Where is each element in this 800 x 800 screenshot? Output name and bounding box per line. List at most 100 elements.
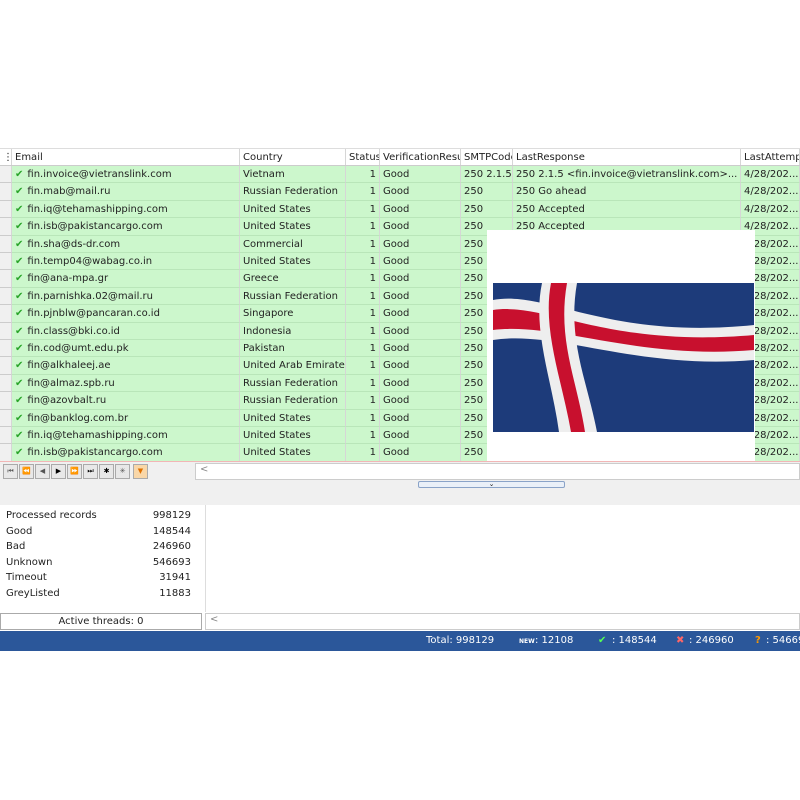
table-row[interactable]: ✔ fin.iq@tehamashipping.com United States 1… — [0, 200, 800, 219]
cell-email: ✔ fin.invoice@vietranslink.com — [12, 166, 240, 184]
new-icon: NEW — [519, 638, 535, 645]
check-icon: ✔ — [15, 290, 24, 302]
stat-label: GreyListed — [6, 587, 60, 599]
stat-value: 31941 — [159, 572, 191, 583]
stat-label: Timeout — [6, 572, 47, 583]
check-icon: ✔ — [15, 238, 24, 250]
row-indicator[interactable] — [0, 287, 12, 306]
cell-status: 1 — [346, 322, 380, 340]
row-indicator[interactable] — [0, 166, 12, 184]
status-good: : 148544 — [612, 635, 657, 646]
cell-email: ✔ fin.class@bki.co.id — [12, 322, 240, 340]
cell-verification: Good — [380, 357, 461, 375]
col-verification[interactable]: VerificationResult — [380, 149, 461, 165]
row-indicator[interactable] — [0, 305, 12, 323]
cell-email: ✔ fin.isb@pakistancargo.com — [12, 218, 240, 236]
check-icon: ✔ — [15, 203, 24, 215]
col-email[interactable]: Email — [12, 149, 240, 165]
cell-verification: Good — [380, 166, 461, 184]
stat-row: Good 148544 — [0, 524, 202, 540]
row-indicator[interactable] — [0, 357, 12, 375]
next-page-icon[interactable]: ⏩ — [67, 464, 82, 479]
cell-verification: Good — [380, 392, 461, 410]
cell-status: 1 — [346, 166, 380, 184]
active-threads: Active threads: 0 — [0, 613, 202, 630]
table-row[interactable]: ✔ fin.invoice@vietranslink.com Vietnam 1 Goo… — [0, 166, 800, 184]
splitter[interactable]: ⌄ — [0, 481, 800, 505]
question-icon: ? — [755, 635, 761, 646]
cell-email: ✔ fin@azovbalt.ru — [12, 392, 240, 410]
cell-verification: Good — [380, 444, 461, 462]
cell-status: 1 — [346, 409, 380, 427]
status-bad: : 246960 — [689, 635, 734, 646]
col-lastattempt[interactable]: LastAttempt — [741, 149, 800, 165]
check-icon: ✔ — [15, 169, 24, 180]
refresh-alt-icon[interactable]: ✳ — [115, 464, 130, 479]
check-icon: ✔ — [15, 360, 24, 372]
column-chooser-icon[interactable]: ⋮ — [0, 149, 12, 165]
cell-verification: Good — [380, 340, 461, 358]
grid-hscrollbar[interactable]: < — [195, 463, 800, 480]
log-hscrollbar[interactable]: < — [205, 613, 800, 630]
row-indicator[interactable] — [0, 253, 12, 271]
col-status[interactable]: Status — [346, 149, 380, 165]
check-icon: ✔ — [15, 256, 24, 267]
cell-lastresponse: 250 Go ahead — [513, 183, 741, 201]
col-lastresponse[interactable]: LastResponse — [513, 149, 741, 165]
cross-icon: ✖ — [676, 635, 685, 646]
check-icon: ✔ — [15, 273, 24, 285]
cell-email: ✔ fin.iq@tehamashipping.com — [12, 200, 240, 219]
cell-verification: Good — [380, 235, 461, 253]
row-indicator[interactable] — [0, 218, 12, 236]
table-row[interactable]: ✔ fin.mab@mail.ru Russian Federation 1 Good 2… — [0, 183, 800, 201]
last-icon[interactable]: ⏭ — [83, 464, 98, 479]
status-total: Total: 998129 — [426, 635, 495, 646]
cell-email: ✔ fin.iq@tehamashipping.com — [12, 427, 240, 445]
log-panel — [205, 505, 800, 612]
first-icon[interactable]: ⏮ — [3, 464, 18, 479]
filter-icon[interactable]: ▼ — [133, 464, 148, 479]
row-indicator[interactable] — [0, 444, 12, 462]
cell-verification: Good — [380, 183, 461, 201]
check-icon: ✔ — [15, 308, 24, 320]
splitter-grip-icon[interactable]: ⌄ — [418, 481, 565, 488]
next-icon[interactable]: ▶ — [51, 464, 66, 479]
refresh-icon[interactable]: ✱ — [99, 464, 114, 479]
col-smtp[interactable]: SMTPCode — [461, 149, 513, 165]
stat-row: GreyListed 11883 — [0, 586, 202, 602]
check-icon: ✔ — [15, 395, 24, 407]
row-indicator[interactable] — [0, 270, 12, 288]
check-icon: ✔ — [15, 186, 24, 198]
cell-email: ✔ fin.isb@pakistancargo.com — [12, 444, 240, 462]
row-indicator[interactable] — [0, 235, 12, 253]
cell-status: 1 — [346, 253, 380, 271]
cell-status: 1 — [346, 392, 380, 410]
cell-verification: Good — [380, 374, 461, 393]
cell-email: ✔ fin@ana-mpa.gr — [12, 270, 240, 288]
row-indicator[interactable] — [0, 409, 12, 427]
check-icon: ✔ — [15, 447, 24, 459]
row-indicator[interactable] — [0, 200, 12, 219]
prev-page-icon[interactable]: ⏪ — [19, 464, 34, 479]
row-indicator[interactable] — [0, 322, 12, 340]
cell-verification: Good — [380, 427, 461, 445]
cell-lastresponse: 250 2.1.5 <fin.invoice@vietranslink.com>… — [513, 166, 741, 184]
row-indicator[interactable] — [0, 183, 12, 201]
check-icon: ✔ — [15, 377, 24, 389]
cell-email: ✔ fin@almaz.spb.ru — [12, 374, 240, 393]
cell-status: 1 — [346, 427, 380, 445]
cell-country: Russian Federation — [240, 374, 346, 393]
prev-icon[interactable]: ◀ — [35, 464, 50, 479]
row-indicator[interactable] — [0, 392, 12, 410]
cell-country: Vietnam — [240, 166, 346, 184]
row-indicator[interactable] — [0, 340, 12, 358]
status-bar: Total: 998129 NEW : 12108 ✔ : 148544 ✖ :… — [0, 631, 800, 651]
col-country[interactable]: Country — [240, 149, 346, 165]
cell-country: Russian Federation — [240, 392, 346, 410]
row-indicator[interactable] — [0, 374, 12, 393]
cell-country: United Arab Emirates — [240, 357, 346, 375]
row-indicator[interactable] — [0, 427, 12, 445]
status-new: : 12108 — [535, 635, 574, 646]
cell-country: United States — [240, 444, 346, 462]
check-icon: ✔ — [15, 325, 24, 337]
